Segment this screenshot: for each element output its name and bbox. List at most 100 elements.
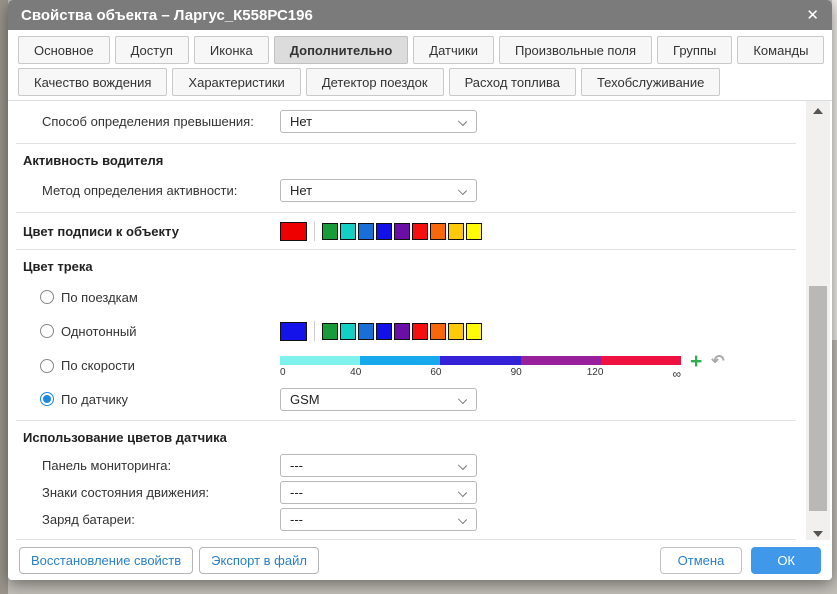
label-color-current-swatch[interactable] [280, 222, 307, 241]
speed-segment-2 [360, 356, 440, 365]
scroll-content: Способ определения превышения: Нет Актив… [8, 100, 832, 544]
overspeed-label: Способ определения превышения: [8, 114, 280, 129]
tab-maintenance[interactable]: Техобслуживание [581, 68, 720, 96]
color-swatch-cyan[interactable] [340, 223, 356, 240]
radio-by-speed[interactable] [40, 359, 54, 373]
sensor-select-value: GSM [290, 392, 320, 407]
color-swatch-orange[interactable] [430, 323, 446, 340]
speed-segment-3 [440, 356, 520, 365]
color-swatch-yellow[interactable] [466, 223, 482, 240]
motion-signs-label: Знаки состояния движения: [8, 485, 280, 500]
tab-eco-driving[interactable]: Качество вождения [18, 68, 167, 96]
radio-by-trips-label: По поездкам [61, 290, 138, 305]
track-by-sensor-row: По датчику GSM [8, 383, 798, 415]
speed-segment-5 [601, 356, 681, 365]
dialog-titlebar: Свойства объекта – Ларгус_К558РС196 ✕ [8, 0, 832, 30]
motion-signs-select[interactable]: --- [280, 481, 477, 504]
radio-solid-label: Однотонный [61, 324, 137, 339]
chevron-down-icon [458, 394, 467, 403]
sensor-select[interactable]: GSM [280, 388, 477, 411]
track-color-section-title: Цвет трека [8, 250, 798, 281]
color-swatch-purple[interactable] [394, 223, 410, 240]
track-by-speed-row: По скорости 0 40 [8, 349, 798, 383]
speed-segment-1 [280, 356, 360, 365]
color-swatch-deep-blue[interactable] [376, 323, 392, 340]
label-color-row: Цвет подписи к объекту [8, 213, 798, 249]
battery-select[interactable]: --- [280, 508, 477, 531]
speed-gradient-bar[interactable] [280, 356, 681, 365]
speed-color-scale: 0 40 60 90 120 ∞ + ↶ [280, 356, 725, 380]
undo-icon[interactable]: ↶ [711, 356, 724, 367]
color-swatch-yellow[interactable] [466, 323, 482, 340]
ok-button[interactable]: ОК [751, 547, 821, 574]
battery-value: --- [290, 512, 303, 527]
tab-fuel[interactable]: Расход топлива [449, 68, 576, 96]
speed-tick-infinity: ∞ [672, 367, 681, 381]
speed-tick-90: 90 [511, 367, 522, 378]
speed-tick-60: 60 [430, 367, 441, 378]
speed-scale-labels: 0 40 60 90 120 ∞ [280, 367, 681, 380]
color-swatch-cyan[interactable] [340, 323, 356, 340]
track-color-current-swatch[interactable] [280, 322, 307, 341]
color-swatch-red[interactable] [412, 323, 428, 340]
tab-row-2: Качество вождения Характеристики Детекто… [18, 68, 822, 96]
tab-advanced[interactable]: Дополнительно [274, 36, 409, 64]
chevron-down-icon [458, 488, 467, 497]
chevron-down-icon [458, 116, 467, 125]
activity-method-row: Метод определения активности: Нет [8, 175, 798, 205]
scrollbar-thumb[interactable] [809, 286, 827, 511]
tab-commands[interactable]: Команды [737, 36, 824, 64]
tab-icon[interactable]: Иконка [194, 36, 269, 64]
color-swatch-blue[interactable] [358, 223, 374, 240]
color-swatch-amber[interactable] [448, 323, 464, 340]
dialog-title: Свойства объекта – Ларгус_К558РС196 [21, 7, 313, 24]
cancel-button[interactable]: Отмена [660, 547, 743, 574]
battery-label: Заряд батареи: [8, 512, 280, 527]
color-swatch-blue[interactable] [358, 323, 374, 340]
track-color-swatches [280, 321, 484, 341]
color-swatch-green[interactable] [322, 223, 338, 240]
color-swatch-orange[interactable] [430, 223, 446, 240]
driver-activity-section-title: Активность водителя [8, 144, 798, 175]
speed-segment-4 [521, 356, 601, 365]
tab-groups[interactable]: Группы [657, 36, 732, 64]
activity-method-select[interactable]: Нет [280, 179, 477, 202]
add-speed-interval-icon[interactable]: + [690, 356, 702, 367]
tab-profile[interactable]: Характеристики [172, 68, 300, 96]
color-swatch-amber[interactable] [448, 223, 464, 240]
track-solid-row: Однотонный [8, 313, 798, 349]
color-swatch-green[interactable] [322, 323, 338, 340]
monitoring-panel-label: Панель мониторинга: [8, 458, 280, 473]
color-swatch-deep-blue[interactable] [376, 223, 392, 240]
radio-solid[interactable] [40, 324, 54, 338]
close-icon[interactable]: ✕ [806, 8, 819, 23]
radio-by-sensor-label: По датчику [61, 392, 128, 407]
radio-by-trips[interactable] [40, 290, 54, 304]
track-by-trips-row: По поездкам [8, 281, 798, 313]
chevron-down-icon [458, 185, 467, 194]
tab-access[interactable]: Доступ [115, 36, 189, 64]
tab-custom-fields[interactable]: Произвольные поля [499, 36, 652, 64]
color-swatch-red[interactable] [412, 223, 428, 240]
speed-tick-40: 40 [350, 367, 361, 378]
scrollbar[interactable] [806, 101, 830, 544]
background-page-right [832, 0, 837, 340]
chevron-down-icon [458, 515, 467, 524]
scrollbar-up-icon[interactable] [806, 103, 830, 119]
speed-tick-0: 0 [280, 367, 286, 378]
tab-sensors[interactable]: Датчики [413, 36, 494, 64]
background-page-left [0, 0, 8, 594]
tab-trip-detector[interactable]: Детектор поездок [306, 68, 444, 96]
radio-by-sensor[interactable] [40, 392, 54, 406]
monitoring-panel-select[interactable]: --- [280, 454, 477, 477]
speed-tick-120: 120 [587, 367, 604, 378]
tab-general[interactable]: Основное [18, 36, 110, 64]
object-properties-dialog: Свойства объекта – Ларгус_К558РС196 ✕ Ос… [8, 0, 832, 580]
restore-properties-button[interactable]: Восстановление свойств [19, 547, 193, 574]
activity-method-value: Нет [290, 183, 312, 198]
monitoring-panel-value: --- [290, 458, 303, 473]
color-swatch-purple[interactable] [394, 323, 410, 340]
export-to-file-button[interactable]: Экспорт в файл [199, 547, 319, 574]
overspeed-select[interactable]: Нет [280, 110, 477, 133]
overspeed-row: Способ определения превышения: Нет [8, 106, 798, 136]
